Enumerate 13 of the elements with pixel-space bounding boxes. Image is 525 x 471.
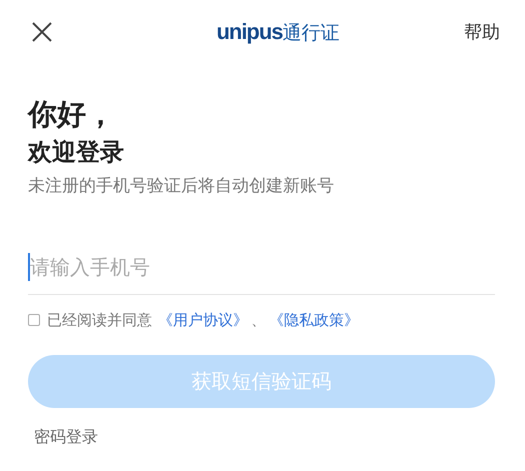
greeting-heading: 你好，	[28, 96, 116, 132]
agreement-text: 已经阅读并同意	[47, 310, 152, 330]
close-icon[interactable]	[32, 22, 52, 42]
password-login-link[interactable]: 密码登录	[34, 427, 98, 448]
user-agreement-link[interactable]: 《用户协议》	[158, 310, 248, 330]
phone-input[interactable]: 请输入手机号	[30, 255, 495, 279]
logo: unipus通行证	[216, 18, 340, 46]
subtitle: 未注册的手机号验证后将自动创建新账号	[28, 175, 335, 198]
separator-text: 、	[251, 310, 266, 330]
privacy-policy-link[interactable]: 《隐私政策》	[269, 310, 359, 330]
checkbox[interactable]	[28, 314, 40, 326]
welcome-heading: 欢迎登录	[28, 137, 125, 168]
help-link[interactable]: 帮助	[464, 20, 500, 44]
